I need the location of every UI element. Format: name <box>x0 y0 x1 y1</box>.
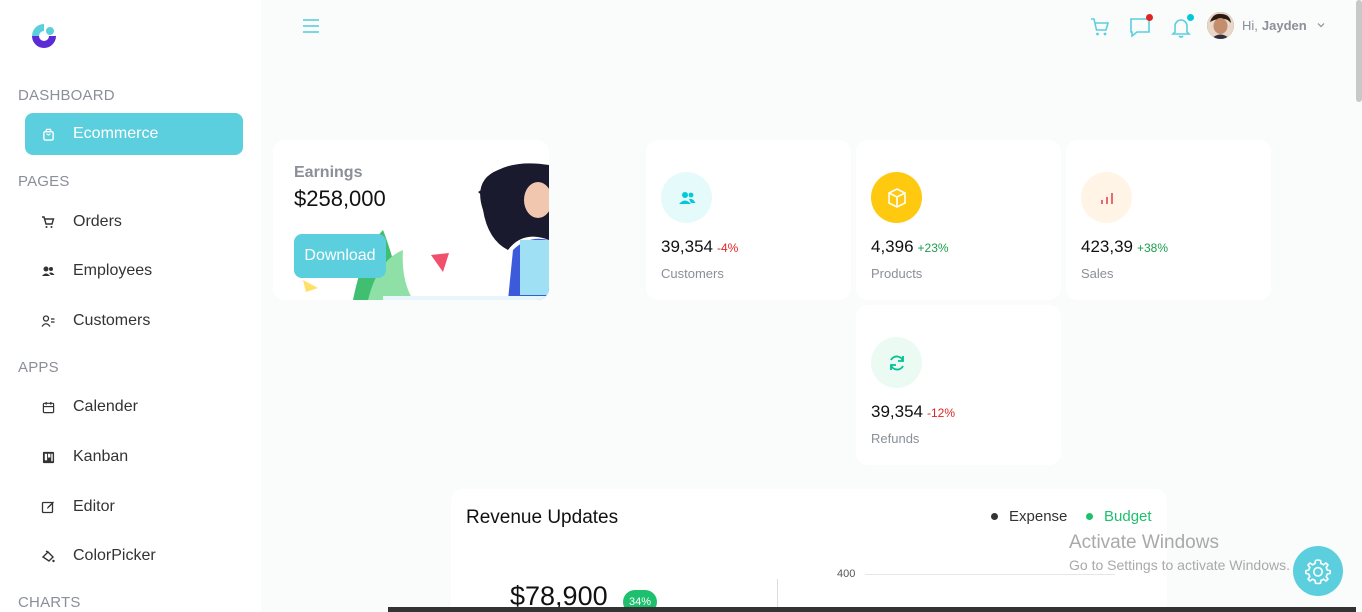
stat-value: 39,354 <box>661 237 713 256</box>
sidebar-item-orders[interactable]: Orders <box>25 201 243 243</box>
section-title-charts: CHARTS <box>18 594 81 611</box>
earnings-title: Earnings <box>294 164 363 181</box>
sidebar-item-customers[interactable]: Customers <box>25 300 243 342</box>
stat-value-row: 423,39 +38% <box>1081 237 1168 257</box>
stat-card-sales: 423,39 +38% Sales <box>1066 140 1271 300</box>
sidebar-item-label: ColorPicker <box>73 547 156 564</box>
earnings-value: $258,000 <box>294 186 386 211</box>
legend-label: Expense <box>1009 508 1068 525</box>
refresh-icon[interactable] <box>871 337 922 388</box>
stat-label: Products <box>871 266 923 281</box>
section-title-dashboard: DASHBOARD <box>18 87 115 104</box>
stat-card-products: 4,396 +23% Products <box>856 140 1061 300</box>
stat-value: 39,354 <box>871 402 923 421</box>
username: Jayden <box>1261 17 1307 33</box>
section-title-apps: APPS <box>18 359 59 376</box>
y-tick-label: 400 <box>837 568 856 580</box>
stat-value-row: 4,396 +23% <box>871 237 949 257</box>
download-button[interactable]: Download <box>294 234 386 278</box>
chat-notification-dot <box>1146 14 1153 21</box>
stat-label: Sales <box>1081 266 1114 281</box>
kanban-icon <box>41 450 55 464</box>
revenue-card: Revenue Updates Expense Budget $78,900 3… <box>451 489 1167 612</box>
sidebar-item-kanban[interactable]: Kanban <box>25 436 243 478</box>
bell-notification-dot <box>1187 14 1194 21</box>
edit-icon <box>41 500 55 514</box>
app-logo[interactable] <box>28 20 60 52</box>
user-profile[interactable]: Hi, Jayden <box>1207 10 1325 40</box>
stat-change: -12% <box>927 406 956 420</box>
box-icon[interactable] <box>871 172 922 223</box>
stat-value-row: 39,354 -4% <box>661 237 738 257</box>
horizontal-scrollbar[interactable] <box>388 607 1356 612</box>
greeting-text: Hi, <box>1242 17 1258 33</box>
stat-value: 423,39 <box>1081 237 1133 256</box>
avatar <box>1207 11 1234 39</box>
sidebar-item-label: Employees <box>73 262 153 279</box>
sidebar-item-label: Orders <box>73 213 122 230</box>
sidebar-item-ecommerce[interactable]: Ecommerce <box>25 113 243 155</box>
stat-change: +38% <box>1137 241 1169 255</box>
cart-icon[interactable] <box>1089 16 1111 38</box>
stat-card-customers: 39,354 -4% Customers <box>646 140 851 300</box>
stat-label: Customers <box>661 266 724 281</box>
activate-windows-title: Activate Windows <box>1069 532 1219 553</box>
legend-budget: Budget <box>1086 508 1152 525</box>
stat-value: 4,396 <box>871 237 914 256</box>
stat-card-refunds: 39,354 -12% Refunds <box>856 305 1061 465</box>
sidebar: DASHBOARD Ecommerce PAGES Orders Employe… <box>0 0 261 612</box>
user-list-icon <box>41 314 55 328</box>
calendar-icon <box>41 400 55 414</box>
chevron-down-icon <box>1317 23 1325 28</box>
stat-change: +23% <box>917 241 949 255</box>
legend-dot <box>1086 513 1093 520</box>
users-icon <box>41 264 55 278</box>
chart-gridline <box>865 574 1115 575</box>
sidebar-item-colorpicker[interactable]: ColorPicker <box>25 535 243 577</box>
legend-dot <box>991 513 998 520</box>
cart-icon <box>41 215 55 229</box>
sidebar-item-label: Editor <box>73 498 115 515</box>
earnings-card: Earnings $258,000 Download <box>273 140 549 300</box>
legend-label: Budget <box>1104 508 1152 525</box>
legend-expense: Expense <box>991 508 1067 525</box>
sidebar-item-calender[interactable]: Calender <box>25 386 243 428</box>
settings-button[interactable] <box>1293 546 1343 596</box>
sidebar-item-label: Calender <box>73 398 138 415</box>
users-icon[interactable] <box>661 172 712 223</box>
sidebar-item-employees[interactable]: Employees <box>25 250 243 292</box>
sidebar-item-label: Customers <box>73 312 151 329</box>
revenue-title: Revenue Updates <box>466 507 619 528</box>
stat-value-row: 39,354 -12% <box>871 402 955 422</box>
vertical-scrollbar[interactable] <box>1356 0 1362 102</box>
bar-chart-icon[interactable] <box>1081 172 1132 223</box>
activate-windows-subtitle: Go to Settings to activate Windows. <box>1069 557 1290 573</box>
color-picker-icon <box>41 549 55 563</box>
sidebar-item-editor[interactable]: Editor <box>25 486 243 528</box>
stat-label: Refunds <box>871 431 920 446</box>
stat-change: -4% <box>717 241 739 255</box>
shopping-bag-icon <box>41 127 55 141</box>
sidebar-item-label: Kanban <box>73 448 129 465</box>
menu-icon[interactable] <box>302 18 320 34</box>
section-title-pages: PAGES <box>18 173 70 190</box>
gear-icon <box>1305 559 1331 585</box>
sidebar-item-label: Ecommerce <box>73 125 159 142</box>
